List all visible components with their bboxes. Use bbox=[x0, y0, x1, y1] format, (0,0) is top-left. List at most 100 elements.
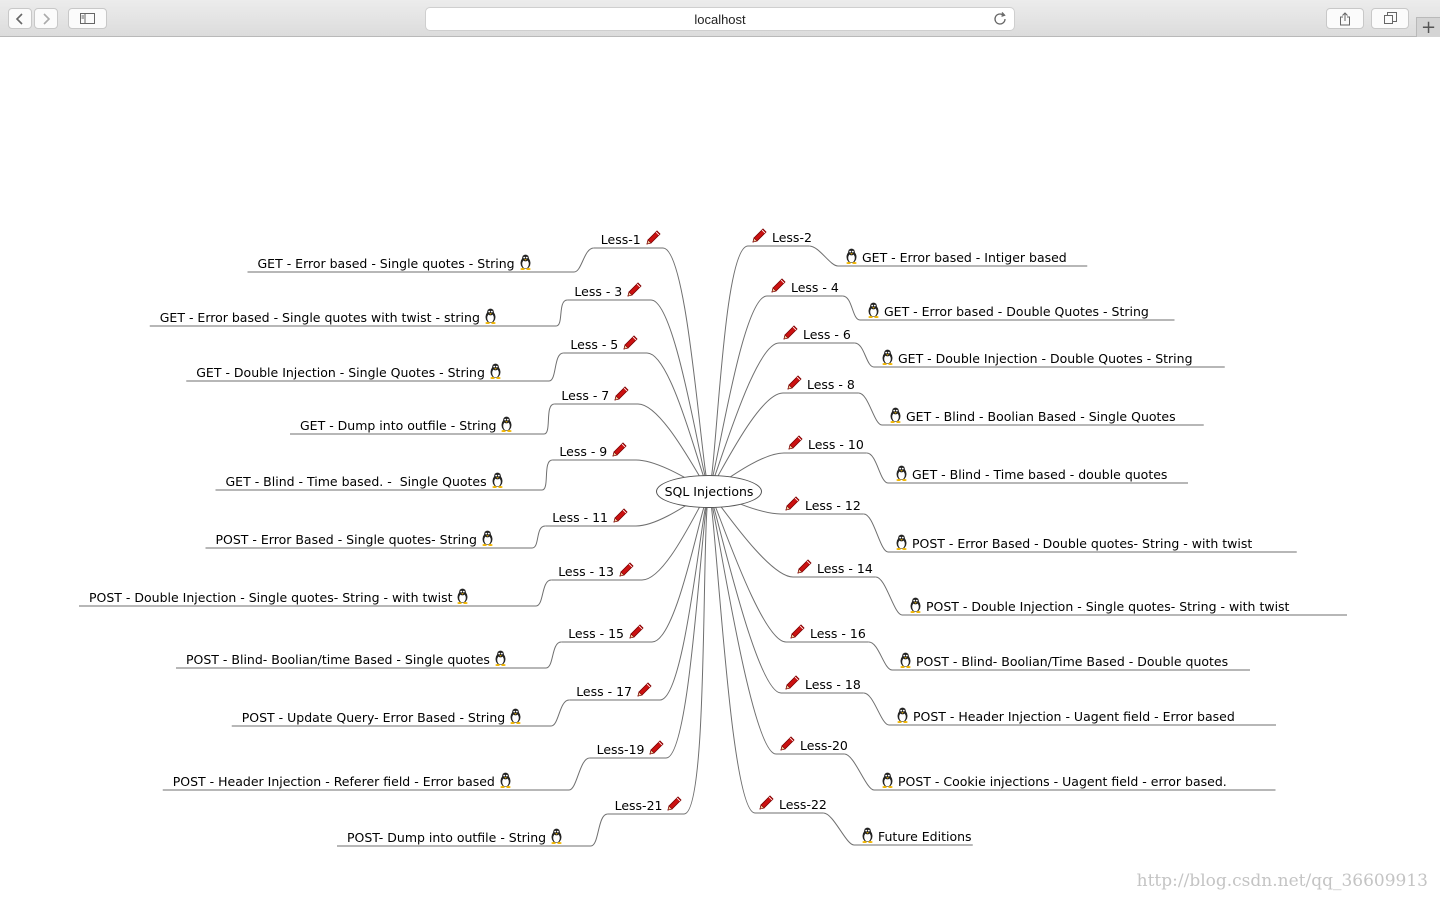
lesson-title-7[interactable]: GET - Dump into outfile - String bbox=[298, 416, 515, 433]
pencil-icon bbox=[752, 228, 767, 243]
lesson-label-3[interactable]: Less - 3 bbox=[572, 282, 645, 299]
pencil-icon bbox=[780, 736, 795, 751]
lesson-label-text: Less - 18 bbox=[804, 677, 861, 692]
lesson-label-2[interactable]: Less-2 bbox=[749, 228, 814, 245]
penguin-icon bbox=[457, 588, 469, 604]
lesson-label-21[interactable]: Less-21 bbox=[613, 796, 686, 813]
lesson-label-text: Less - 8 bbox=[806, 377, 855, 392]
lesson-title-18[interactable]: POST - Header Injection - Uagent field -… bbox=[894, 707, 1237, 724]
lesson-label-16[interactable]: Less - 16 bbox=[787, 624, 868, 641]
lesson-label-text: Less - 5 bbox=[570, 337, 619, 352]
center-node[interactable]: SQL Injections bbox=[656, 475, 762, 508]
lesson-title-19[interactable]: POST - Header Injection - Referer field … bbox=[171, 772, 514, 789]
pencil-icon bbox=[627, 282, 642, 297]
penguin-icon bbox=[882, 349, 893, 365]
lesson-title-text: POST - Double Injection - Single quotes-… bbox=[89, 590, 453, 605]
center-node-label: SQL Injections bbox=[664, 484, 754, 499]
lesson-title-22[interactable]: Future Editions bbox=[859, 827, 974, 844]
lesson-label-20[interactable]: Less-20 bbox=[777, 736, 850, 753]
lesson-label-text: Less - 10 bbox=[807, 437, 864, 452]
lesson-title-text: POST - Blind- Boolian/Time Based - Doubl… bbox=[915, 654, 1229, 669]
lesson-label-text: Less - 16 bbox=[809, 626, 866, 641]
lesson-label-13[interactable]: Less - 13 bbox=[556, 562, 637, 579]
lesson-title-text: GET - Error based - Single quotes with t… bbox=[159, 310, 480, 325]
mind-map-branches bbox=[79, 245, 1347, 847]
lesson-label-7[interactable]: Less - 7 bbox=[559, 386, 632, 403]
pencil-icon bbox=[759, 795, 774, 810]
lesson-label-1[interactable]: Less-1 bbox=[599, 230, 664, 247]
lesson-title-6[interactable]: GET - Double Injection - Double Quotes -… bbox=[879, 349, 1195, 366]
penguin-icon bbox=[900, 652, 911, 668]
lesson-label-text: Less-2 bbox=[771, 230, 812, 245]
lesson-label-text: Less-1 bbox=[600, 232, 641, 247]
pencil-icon bbox=[790, 624, 805, 639]
lesson-label-text: Less - 12 bbox=[804, 498, 861, 513]
lesson-label-17[interactable]: Less - 17 bbox=[574, 682, 655, 699]
lesson-label-15[interactable]: Less - 15 bbox=[566, 624, 647, 641]
pencil-icon bbox=[667, 796, 683, 811]
lesson-label-4[interactable]: Less - 4 bbox=[768, 278, 841, 295]
pencil-icon bbox=[613, 508, 628, 523]
lesson-label-22[interactable]: Less-22 bbox=[756, 795, 829, 812]
lesson-title-16[interactable]: POST - Blind- Boolian/Time Based - Doubl… bbox=[897, 652, 1230, 669]
lesson-label-text: Less - 9 bbox=[559, 444, 608, 459]
lesson-label-11[interactable]: Less - 11 bbox=[550, 508, 631, 525]
lesson-title-21[interactable]: POST- Dump into outfile - String bbox=[345, 828, 565, 845]
lesson-title-5[interactable]: GET - Double Injection - Single Quotes -… bbox=[194, 363, 504, 380]
pencil-icon bbox=[797, 559, 812, 574]
lesson-title-11[interactable]: POST - Error Based - Single quotes- Stri… bbox=[214, 530, 496, 547]
lesson-label-6[interactable]: Less - 6 bbox=[780, 325, 853, 342]
lesson-title-17[interactable]: POST - Update Query- Error Based - Strin… bbox=[240, 708, 524, 725]
lesson-title-2[interactable]: GET - Error based - Intiger based bbox=[843, 248, 1069, 265]
penguin-icon bbox=[846, 248, 857, 264]
lesson-label-text: Less-19 bbox=[596, 742, 645, 757]
penguin-icon bbox=[897, 707, 908, 723]
lesson-title-text: GET - Blind - Boolian Based - Single Quo… bbox=[905, 409, 1176, 424]
lesson-title-15[interactable]: POST - Blind- Boolian/time Based - Singl… bbox=[184, 650, 509, 667]
lesson-title-text: POST - Header Injection - Referer field … bbox=[172, 774, 495, 789]
lesson-title-10[interactable]: GET - Blind - Time based - double quotes bbox=[893, 465, 1169, 482]
lesson-title-13[interactable]: POST - Double Injection - Single quotes-… bbox=[87, 588, 471, 605]
lesson-title-4[interactable]: GET - Error based - Double Quotes - Stri… bbox=[865, 302, 1151, 319]
pencil-icon bbox=[629, 624, 644, 639]
penguin-icon bbox=[862, 827, 873, 843]
lesson-label-12[interactable]: Less - 12 bbox=[782, 496, 863, 513]
lesson-label-14[interactable]: Less - 14 bbox=[794, 559, 875, 576]
lesson-title-14[interactable]: POST - Double Injection - Single quotes-… bbox=[907, 597, 1291, 614]
lesson-title-8[interactable]: GET - Blind - Boolian Based - Single Quo… bbox=[887, 407, 1178, 424]
lesson-label-10[interactable]: Less - 10 bbox=[785, 435, 866, 452]
lesson-label-text: Less - 15 bbox=[568, 626, 625, 641]
lesson-label-text: Less - 17 bbox=[576, 684, 633, 699]
lesson-label-5[interactable]: Less - 5 bbox=[568, 335, 641, 352]
lesson-title-3[interactable]: GET - Error based - Single quotes with t… bbox=[158, 308, 499, 325]
branch-center-lesson-20 bbox=[708, 490, 845, 755]
lesson-label-text: Less-20 bbox=[799, 738, 848, 753]
lesson-title-text: GET - Error based - Single quotes - Stri… bbox=[257, 256, 515, 271]
branch-center-lesson-21 bbox=[607, 490, 710, 815]
lesson-title-text: POST - Cookie injections - Uagent field … bbox=[897, 774, 1227, 789]
lesson-title-text: GET - Double Injection - Double Quotes -… bbox=[897, 351, 1193, 366]
lesson-label-19[interactable]: Less-19 bbox=[595, 740, 668, 757]
lesson-title-text: Future Editions bbox=[877, 829, 972, 844]
penguin-icon bbox=[490, 363, 501, 379]
lesson-label-18[interactable]: Less - 18 bbox=[782, 675, 863, 692]
lesson-title-20[interactable]: POST - Cookie injections - Uagent field … bbox=[879, 772, 1229, 789]
lesson-title-text: POST - Error Based - Single quotes- Stri… bbox=[215, 532, 477, 547]
lesson-title-text: GET - Blind - Time based. - Single Quote… bbox=[225, 474, 487, 489]
pencil-icon bbox=[787, 375, 802, 390]
lesson-label-8[interactable]: Less - 8 bbox=[784, 375, 857, 392]
penguin-icon bbox=[910, 597, 921, 613]
pencil-icon bbox=[649, 740, 665, 755]
penguin-icon bbox=[500, 772, 511, 788]
pencil-icon bbox=[788, 435, 803, 450]
lesson-label-text: Less - 13 bbox=[558, 564, 615, 579]
pencil-icon bbox=[785, 675, 800, 690]
lesson-label-9[interactable]: Less - 9 bbox=[557, 442, 630, 459]
penguin-icon bbox=[890, 407, 901, 423]
penguin-icon bbox=[896, 465, 907, 481]
penguin-icon bbox=[501, 416, 513, 432]
lesson-title-12[interactable]: POST - Error Based - Double quotes- Stri… bbox=[893, 534, 1254, 551]
lesson-title-1[interactable]: GET - Error based - Single quotes - Stri… bbox=[256, 254, 534, 271]
penguin-icon bbox=[896, 534, 907, 550]
lesson-title-9[interactable]: GET - Blind - Time based. - Single Quote… bbox=[224, 472, 506, 489]
